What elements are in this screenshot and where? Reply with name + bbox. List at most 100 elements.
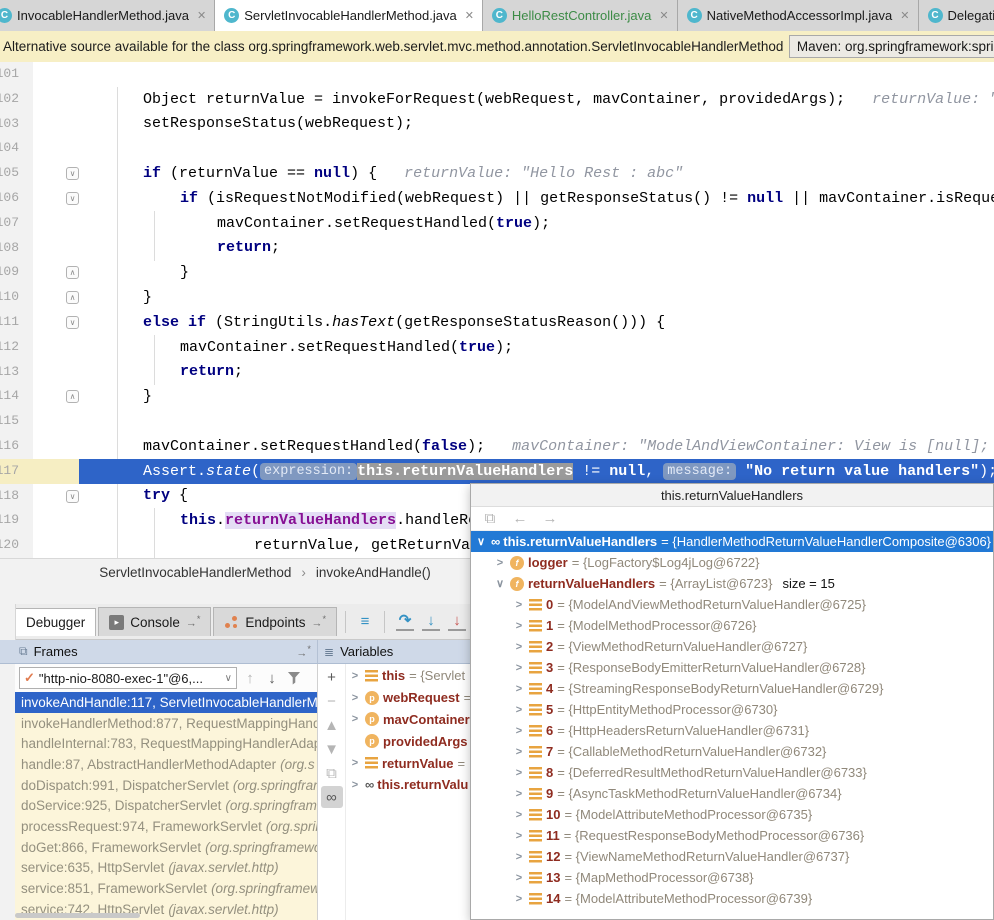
chevron-right-icon[interactable]: > [349,692,361,704]
alternative-source-select[interactable]: Maven: org.springframework:sprin [789,35,994,58]
frame-row[interactable]: processRequest:974, FrameworkServlet(org… [15,816,317,837]
fold-end-icon[interactable]: ∧ [66,291,79,304]
frame-row[interactable]: service:851, FrameworkServlet(org.spring… [15,878,317,899]
fold-end-icon[interactable]: ∧ [66,266,79,279]
code-text[interactable]: setResponseStatus(webRequest); [79,112,994,137]
move-up-icon[interactable]: ▲ [321,714,343,736]
chevron-right-icon[interactable]: > [494,557,506,569]
popup-tree-row[interactable]: >4 = {StreamingResponseBodyReturnValueHa… [471,678,993,699]
popup-tree-row[interactable]: >2 = {ViewMethodReturnValueHandler@6727} [471,636,993,657]
chevron-right-icon[interactable]: > [513,809,525,821]
chevron-right-icon[interactable]: > [513,599,525,611]
move-down-icon[interactable]: ▼ [321,738,343,760]
duplicate-icon[interactable]: ⧉ [321,762,343,784]
duplicate-icon[interactable]: ⧉ [479,508,501,530]
code-text[interactable] [79,409,994,434]
popup-tree-row[interactable]: >8 = {DeferredResultMethodReturnValueHan… [471,762,993,783]
frame-row[interactable]: invokeHandlerMethod:877, RequestMappingH… [15,713,317,734]
frame-row[interactable]: handle:87, AbstractHandlerMethodAdapter(… [15,754,317,775]
filter-icon[interactable] [283,667,305,689]
code-line[interactable]: 101 [0,62,994,87]
chevron-right-icon[interactable]: > [513,767,525,779]
chevron-right-icon[interactable]: > [513,893,525,905]
code-line[interactable]: 105∨if (returnValue == null) { returnVal… [0,161,994,186]
code-line[interactable]: 106∨if (isRequestNotModified(webRequest)… [0,186,994,211]
popup-tree-row[interactable]: ∨freturnValueHandlers = {ArrayList@6723}… [471,573,993,594]
popup-tree-row[interactable]: >5 = {HttpEntityMethodProcessor@6730} [471,699,993,720]
breadcrumb-item[interactable]: ServletInvocableHandlerMethod [99,565,291,580]
frame-row[interactable]: invokeAndHandle:117, ServletInvocableHan… [15,692,317,713]
code-line[interactable]: 113return; [0,360,994,385]
force-step-into-icon[interactable]: ↓ [448,612,466,631]
fold-collapse-icon[interactable]: ∨ [66,167,79,180]
code-text[interactable] [79,62,994,87]
code-line[interactable]: 117Assert.state(expression:this.returnVa… [0,459,994,484]
thread-selector[interactable]: ✓ "http-nio-8080-exec-1"@6,... ∨ [19,667,237,689]
remove-watch-icon[interactable]: − [321,690,343,712]
view-options-icon[interactable]: ≡ [354,611,376,633]
chevron-right-icon[interactable]: > [513,851,525,863]
chevron-right-icon[interactable]: > [513,662,525,674]
popup-tree-row[interactable]: >7 = {CallableMethodReturnValueHandler@6… [471,741,993,762]
chevron-right-icon[interactable]: > [513,872,525,884]
chevron-right-icon[interactable]: > [513,620,525,632]
code-line[interactable]: 114∧} [0,384,994,409]
fold-end-icon[interactable]: ∧ [66,390,79,403]
code-line[interactable]: 111∨else if (StringUtils.hasText(getResp… [0,310,994,335]
code-text[interactable]: return; [79,360,994,385]
debug-tab-console[interactable]: ▸Console→* [98,607,211,636]
step-into-icon[interactable]: ↓ [422,612,440,631]
popup-tree-row[interactable]: >0 = {ModelAndViewMethodReturnValueHandl… [471,594,993,615]
popup-tree-row[interactable]: >12 = {ViewNameMethodReturnValueHandler@… [471,846,993,867]
code-text[interactable]: } [79,285,994,310]
chevron-right-icon[interactable]: > [513,746,525,758]
step-over-icon[interactable]: ↷ [396,612,414,631]
chevron-right-icon[interactable]: > [513,725,525,737]
close-icon[interactable]: ✕ [900,9,909,22]
close-icon[interactable]: ✕ [465,9,474,22]
show-watches-icon[interactable]: ∞ [321,786,343,808]
pin-icon[interactable]: →* [311,614,326,630]
popup-tree-row[interactable]: >1 = {ModelMethodProcessor@6726} [471,615,993,636]
fold-collapse-icon[interactable]: ∨ [66,316,79,329]
code-text[interactable]: return; [79,236,994,261]
popup-tree-row[interactable]: >flogger = {LogFactory$Log4jLog@6722} [471,552,993,573]
code-line[interactable]: 110∧} [0,285,994,310]
chevron-right-icon[interactable]: > [513,683,525,695]
code-line[interactable]: 109∧} [0,260,994,285]
popup-tree-row[interactable]: >11 = {RequestResponseBodyMethodProcesso… [471,825,993,846]
popup-tree-row[interactable]: >3 = {ResponseBodyEmitterReturnValueHand… [471,657,993,678]
chevron-right-icon[interactable]: > [513,704,525,716]
editor-tab[interactable]: CHelloRestController.java✕ [483,0,678,31]
fold-collapse-icon[interactable]: ∨ [66,490,79,503]
fold-collapse-icon[interactable]: ∨ [66,192,79,205]
code-text[interactable]: mavContainer.setRequestHandled(true); [79,211,994,236]
editor-tab[interactable]: CInvocableHandlerMethod.java✕ [0,0,215,31]
back-icon[interactable]: ← [509,508,531,530]
code-line[interactable]: 104 [0,136,994,161]
pin-icon[interactable]: →* [296,644,311,660]
code-line[interactable]: 103setResponseStatus(webRequest); [0,112,994,137]
code-text[interactable]: if (returnValue == null) { returnValue: … [79,161,994,186]
code-line[interactable]: 112mavContainer.setRequestHandled(true); [0,335,994,360]
code-text[interactable]: } [79,260,994,285]
code-line[interactable]: 107mavContainer.setRequestHandled(true); [0,211,994,236]
chevron-right-icon[interactable]: > [349,713,361,725]
chevron-down-icon[interactable]: ∨ [494,577,506,590]
editor-tab[interactable]: CNativeMethodAccessorImpl.java✕ [678,0,919,31]
chevron-right-icon[interactable]: > [513,641,525,653]
frame-row[interactable]: doService:925, DispatcherServlet(org.spr… [15,795,317,816]
breadcrumb-item[interactable]: invokeAndHandle() [316,565,431,580]
popup-tree-row[interactable]: ∨∞this.returnValueHandlers = {HandlerMet… [471,531,993,552]
frame-row[interactable]: service:635, HttpServlet(javax.servlet.h… [15,858,317,879]
frame-row[interactable]: doDispatch:991, DispatcherServlet(org.sp… [15,775,317,796]
chevron-right-icon[interactable]: > [513,830,525,842]
code-text[interactable]: mavContainer.setRequestHandled(true); [79,335,994,360]
editor-tab[interactable]: CServletInvocableHandlerMethod.java✕ [215,0,483,31]
popup-tree-row[interactable]: >13 = {MapMethodProcessor@6738} [471,867,993,888]
close-icon[interactable]: ✕ [659,9,668,22]
code-text[interactable]: else if (StringUtils.hasText(getResponse… [79,310,994,335]
popup-tree-row[interactable]: >14 = {ModelAttributeMethodProcessor@673… [471,888,993,909]
code-text[interactable]: if (isRequestNotModified(webRequest) || … [79,186,994,211]
popup-tree-row[interactable]: >10 = {ModelAttributeMethodProcessor@673… [471,804,993,825]
